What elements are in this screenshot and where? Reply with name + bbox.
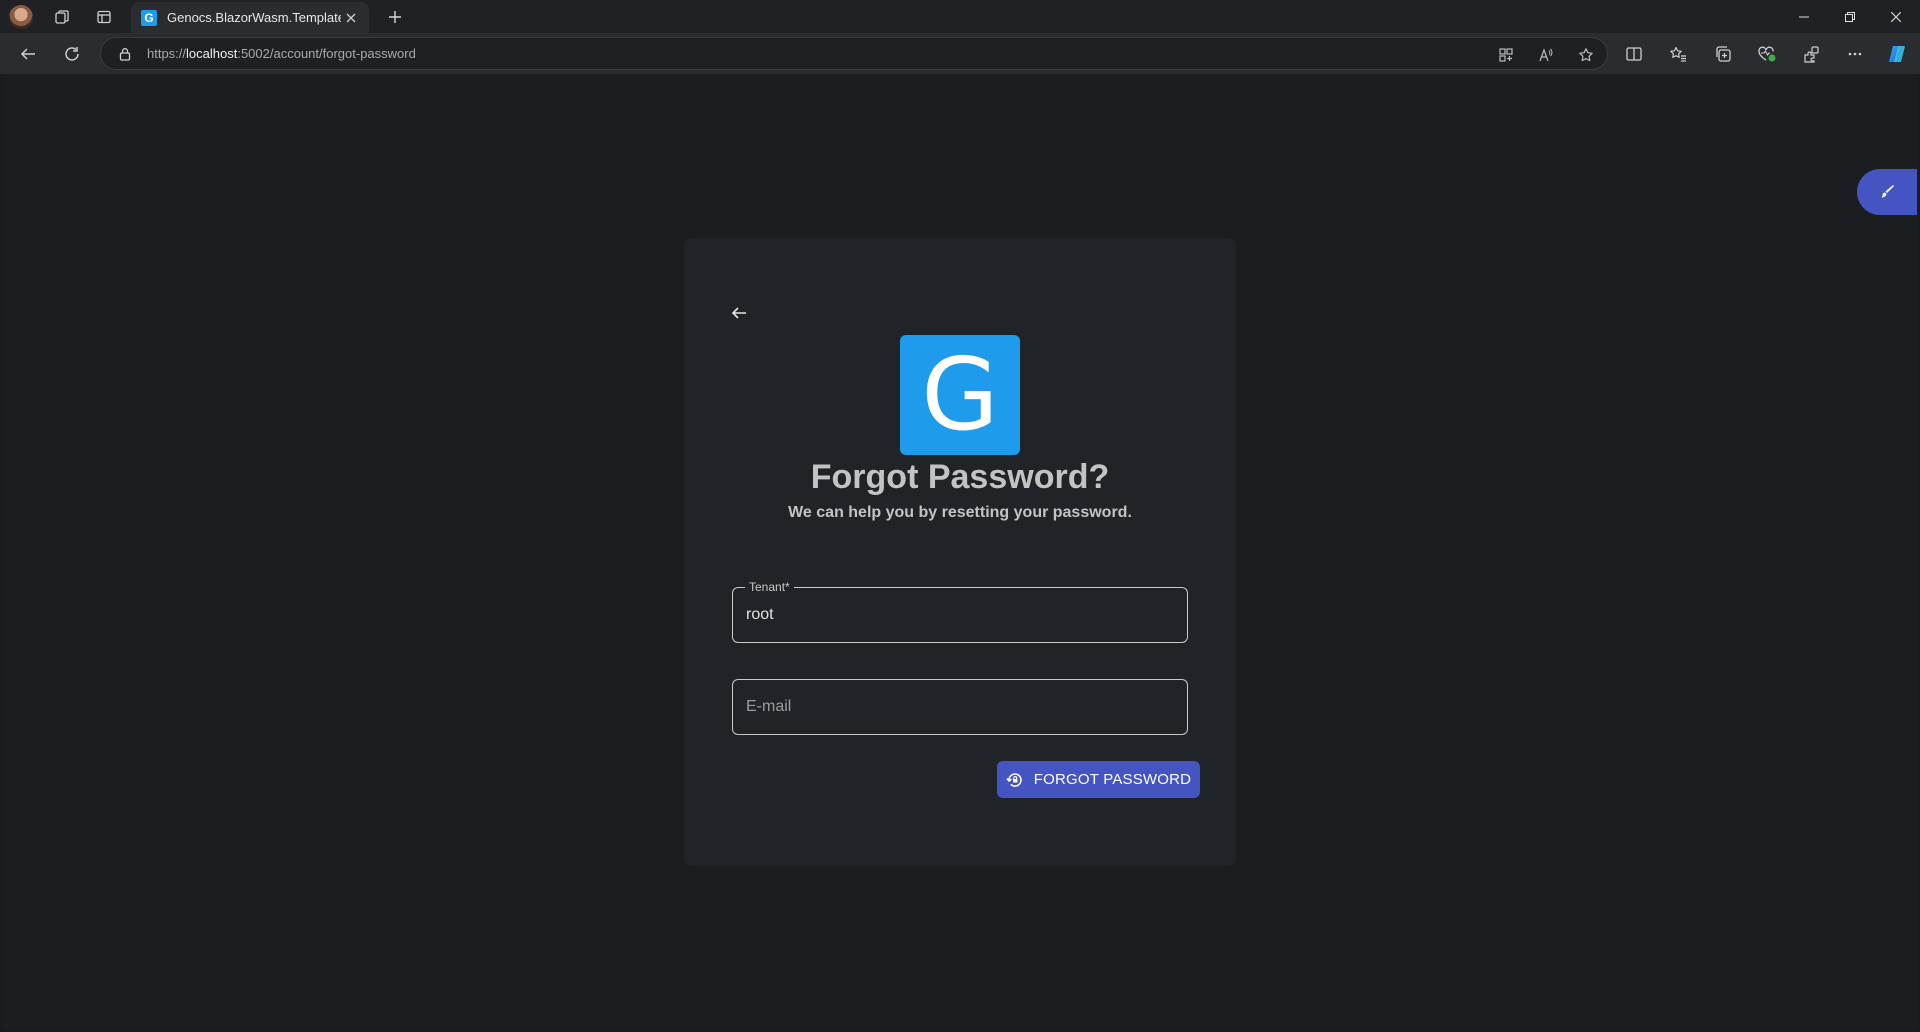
page-title: Forgot Password?	[810, 458, 1110, 496]
tenant-label: Tenant*	[745, 580, 794, 594]
tab-favicon: G	[141, 9, 157, 26]
workspaces-icon[interactable]	[50, 5, 74, 29]
read-aloud-icon[interactable]	[1536, 45, 1556, 65]
page-subtitle: We can help you by resetting your passwo…	[788, 504, 1132, 521]
forgot-password-button[interactable]: FORGOT PASSWORD	[997, 761, 1200, 798]
url-text[interactable]: https://localhost:5002/account/forgot-pa…	[147, 46, 416, 61]
page-viewport: G Forgot Password? We can help you by re…	[4, 74, 1917, 1029]
back-button[interactable]	[724, 298, 754, 328]
browser-tab[interactable]: G Genocs.BlazorWasm.Template	[131, 2, 369, 33]
url-path: :5002/account/forgot-password	[237, 46, 416, 61]
collections-icon[interactable]	[1711, 42, 1735, 66]
lock-reset-icon	[1006, 772, 1022, 787]
copilot-icon[interactable]	[1885, 42, 1909, 66]
arrow-left-icon	[731, 307, 746, 319]
plus-icon[interactable]	[383, 5, 407, 29]
tenant-field: Tenant*	[732, 580, 1188, 643]
favorites-icon[interactable]	[1666, 42, 1690, 66]
close-icon[interactable]	[341, 8, 361, 28]
restore-icon[interactable]	[1828, 0, 1872, 33]
minimize-icon[interactable]	[1782, 0, 1826, 33]
app-logo: G	[900, 335, 1020, 455]
browser-essentials-icon[interactable]	[1755, 42, 1779, 66]
forgot-password-button-label: FORGOT PASSWORD	[1033, 771, 1192, 788]
email-input[interactable]	[733, 680, 1187, 734]
refresh-icon[interactable]	[58, 41, 86, 67]
split-screen-icon[interactable]	[1622, 42, 1646, 66]
profile-avatar[interactable]	[9, 5, 33, 29]
tab-actions-icon[interactable]	[92, 5, 116, 29]
app-available-icon[interactable]	[1496, 45, 1516, 65]
email-field	[732, 679, 1188, 735]
back-arrow-icon[interactable]	[14, 41, 42, 67]
window-close-icon[interactable]	[1874, 0, 1918, 33]
theme-settings-button[interactable]	[1857, 169, 1917, 215]
address-bar[interactable]: https://localhost:5002/account/forgot-pa…	[100, 37, 1608, 70]
star-icon[interactable]	[1576, 45, 1596, 65]
tab-title: Genocs.BlazorWasm.Template	[167, 10, 341, 25]
browser-toolbar: https://localhost:5002/account/forgot-pa…	[0, 33, 1920, 74]
url-scheme: https://	[147, 46, 187, 61]
tenant-input[interactable]	[733, 588, 1187, 642]
lock-icon[interactable]	[117, 46, 133, 62]
more-icon[interactable]	[1843, 42, 1867, 66]
forgot-password-card: G Forgot Password? We can help you by re…	[684, 238, 1236, 866]
paintbrush-icon	[1881, 185, 1894, 198]
extensions-icon[interactable]	[1799, 42, 1823, 66]
url-host: localhost	[186, 46, 238, 61]
browser-tab-strip: G Genocs.BlazorWasm.Template	[0, 0, 1920, 33]
